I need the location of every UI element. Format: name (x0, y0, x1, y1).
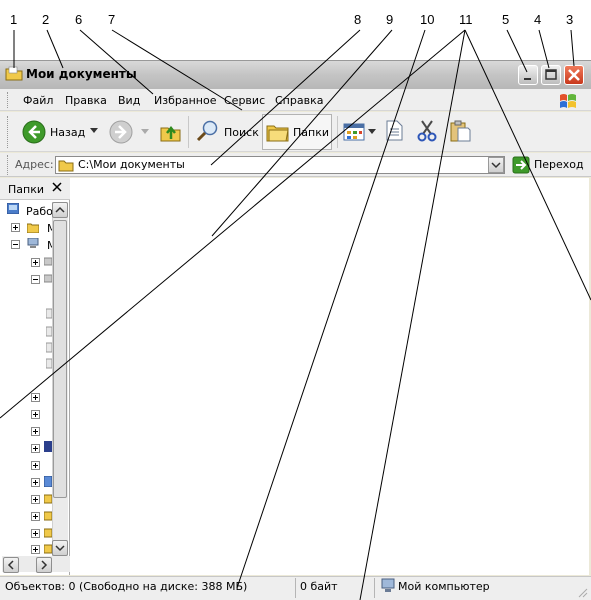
callout-lines (0, 29, 591, 600)
